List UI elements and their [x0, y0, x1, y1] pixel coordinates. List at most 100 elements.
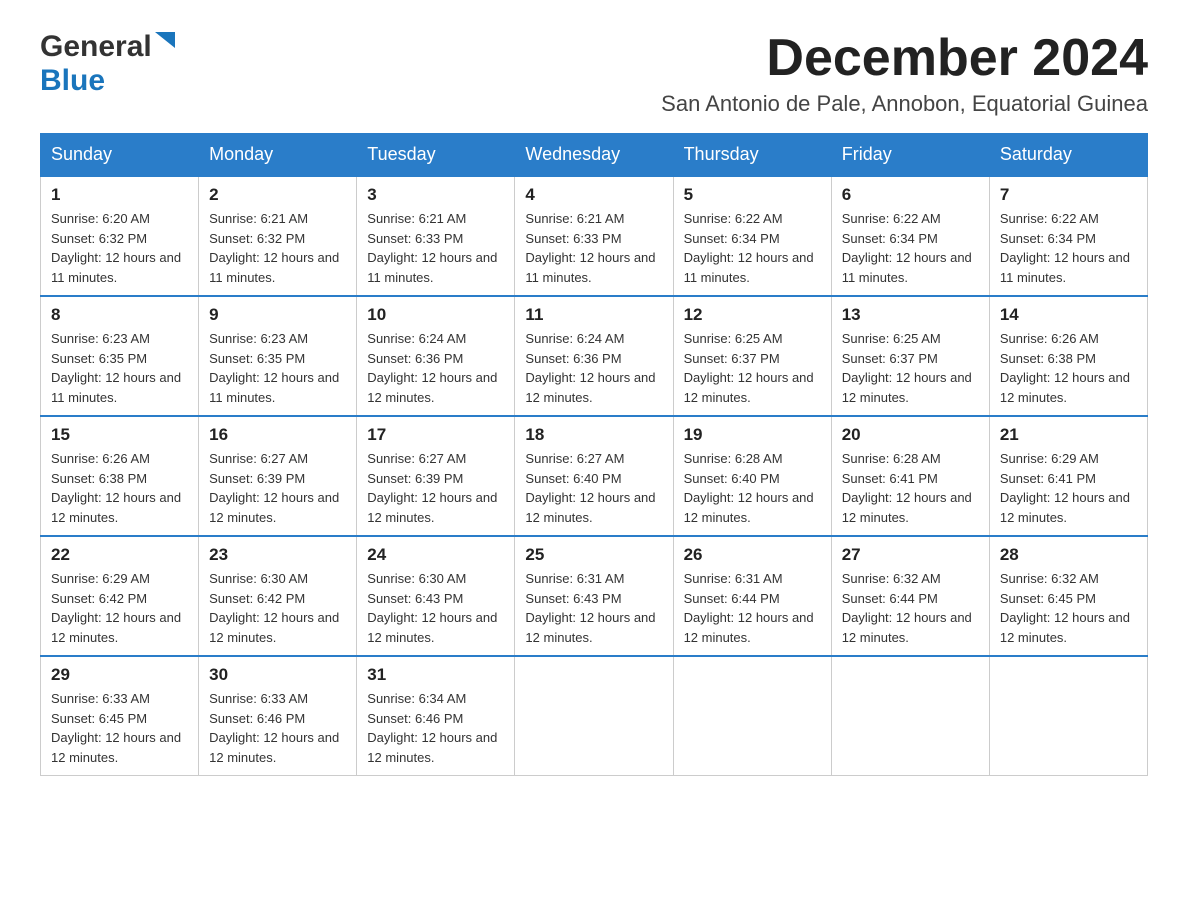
day-info: Sunrise: 6:27 AM Sunset: 6:40 PM Dayligh…: [525, 449, 662, 527]
calendar-cell: 8 Sunrise: 6:23 AM Sunset: 6:35 PM Dayli…: [41, 296, 199, 416]
day-info: Sunrise: 6:27 AM Sunset: 6:39 PM Dayligh…: [367, 449, 504, 527]
day-info: Sunrise: 6:26 AM Sunset: 6:38 PM Dayligh…: [51, 449, 188, 527]
day-number: 26: [684, 545, 821, 565]
day-number: 8: [51, 305, 188, 325]
calendar-cell: 9 Sunrise: 6:23 AM Sunset: 6:35 PM Dayli…: [199, 296, 357, 416]
calendar-cell: 27 Sunrise: 6:32 AM Sunset: 6:44 PM Dayl…: [831, 536, 989, 656]
day-number: 28: [1000, 545, 1137, 565]
day-info: Sunrise: 6:21 AM Sunset: 6:32 PM Dayligh…: [209, 209, 346, 287]
day-number: 4: [525, 185, 662, 205]
day-info: Sunrise: 6:27 AM Sunset: 6:39 PM Dayligh…: [209, 449, 346, 527]
day-info: Sunrise: 6:32 AM Sunset: 6:45 PM Dayligh…: [1000, 569, 1137, 647]
calendar-cell: 29 Sunrise: 6:33 AM Sunset: 6:45 PM Dayl…: [41, 656, 199, 776]
day-info: Sunrise: 6:21 AM Sunset: 6:33 PM Dayligh…: [525, 209, 662, 287]
calendar-week-row: 15 Sunrise: 6:26 AM Sunset: 6:38 PM Dayl…: [41, 416, 1148, 536]
calendar-cell: 10 Sunrise: 6:24 AM Sunset: 6:36 PM Dayl…: [357, 296, 515, 416]
day-info: Sunrise: 6:30 AM Sunset: 6:43 PM Dayligh…: [367, 569, 504, 647]
day-info: Sunrise: 6:29 AM Sunset: 6:42 PM Dayligh…: [51, 569, 188, 647]
calendar-cell: 30 Sunrise: 6:33 AM Sunset: 6:46 PM Dayl…: [199, 656, 357, 776]
day-number: 23: [209, 545, 346, 565]
calendar-cell: 28 Sunrise: 6:32 AM Sunset: 6:45 PM Dayl…: [989, 536, 1147, 656]
day-info: Sunrise: 6:33 AM Sunset: 6:45 PM Dayligh…: [51, 689, 188, 767]
day-number: 21: [1000, 425, 1137, 445]
calendar-cell: 23 Sunrise: 6:30 AM Sunset: 6:42 PM Dayl…: [199, 536, 357, 656]
day-info: Sunrise: 6:33 AM Sunset: 6:46 PM Dayligh…: [209, 689, 346, 767]
day-number: 14: [1000, 305, 1137, 325]
calendar-cell: 2 Sunrise: 6:21 AM Sunset: 6:32 PM Dayli…: [199, 176, 357, 296]
day-info: Sunrise: 6:34 AM Sunset: 6:46 PM Dayligh…: [367, 689, 504, 767]
day-info: Sunrise: 6:25 AM Sunset: 6:37 PM Dayligh…: [842, 329, 979, 407]
calendar-cell: 11 Sunrise: 6:24 AM Sunset: 6:36 PM Dayl…: [515, 296, 673, 416]
calendar-cell: 12 Sunrise: 6:25 AM Sunset: 6:37 PM Dayl…: [673, 296, 831, 416]
calendar-cell: 7 Sunrise: 6:22 AM Sunset: 6:34 PM Dayli…: [989, 176, 1147, 296]
calendar-cell: [989, 656, 1147, 776]
day-number: 17: [367, 425, 504, 445]
day-info: Sunrise: 6:23 AM Sunset: 6:35 PM Dayligh…: [209, 329, 346, 407]
calendar-week-row: 1 Sunrise: 6:20 AM Sunset: 6:32 PM Dayli…: [41, 176, 1148, 296]
day-info: Sunrise: 6:29 AM Sunset: 6:41 PM Dayligh…: [1000, 449, 1137, 527]
day-number: 5: [684, 185, 821, 205]
day-number: 3: [367, 185, 504, 205]
day-info: Sunrise: 6:20 AM Sunset: 6:32 PM Dayligh…: [51, 209, 188, 287]
day-number: 20: [842, 425, 979, 445]
calendar-cell: 5 Sunrise: 6:22 AM Sunset: 6:34 PM Dayli…: [673, 176, 831, 296]
calendar-table: Sunday Monday Tuesday Wednesday Thursday…: [40, 133, 1148, 776]
header-wednesday: Wednesday: [515, 134, 673, 177]
day-number: 7: [1000, 185, 1137, 205]
day-info: Sunrise: 6:28 AM Sunset: 6:40 PM Dayligh…: [684, 449, 821, 527]
month-title: December 2024: [661, 30, 1148, 87]
calendar-cell: 3 Sunrise: 6:21 AM Sunset: 6:33 PM Dayli…: [357, 176, 515, 296]
day-info: Sunrise: 6:30 AM Sunset: 6:42 PM Dayligh…: [209, 569, 346, 647]
calendar-header-row: Sunday Monday Tuesday Wednesday Thursday…: [41, 134, 1148, 177]
title-section: December 2024 San Antonio de Pale, Annob…: [661, 30, 1148, 117]
day-info: Sunrise: 6:28 AM Sunset: 6:41 PM Dayligh…: [842, 449, 979, 527]
day-info: Sunrise: 6:22 AM Sunset: 6:34 PM Dayligh…: [842, 209, 979, 287]
header-monday: Monday: [199, 134, 357, 177]
calendar-cell: [831, 656, 989, 776]
calendar-cell: 4 Sunrise: 6:21 AM Sunset: 6:33 PM Dayli…: [515, 176, 673, 296]
day-info: Sunrise: 6:22 AM Sunset: 6:34 PM Dayligh…: [684, 209, 821, 287]
day-info: Sunrise: 6:21 AM Sunset: 6:33 PM Dayligh…: [367, 209, 504, 287]
day-info: Sunrise: 6:26 AM Sunset: 6:38 PM Dayligh…: [1000, 329, 1137, 407]
calendar-cell: 21 Sunrise: 6:29 AM Sunset: 6:41 PM Dayl…: [989, 416, 1147, 536]
calendar-cell: 18 Sunrise: 6:27 AM Sunset: 6:40 PM Dayl…: [515, 416, 673, 536]
day-number: 29: [51, 665, 188, 685]
day-number: 24: [367, 545, 504, 565]
calendar-cell: 16 Sunrise: 6:27 AM Sunset: 6:39 PM Dayl…: [199, 416, 357, 536]
calendar-cell: 14 Sunrise: 6:26 AM Sunset: 6:38 PM Dayl…: [989, 296, 1147, 416]
header-friday: Friday: [831, 134, 989, 177]
day-number: 10: [367, 305, 504, 325]
day-info: Sunrise: 6:31 AM Sunset: 6:43 PM Dayligh…: [525, 569, 662, 647]
header-thursday: Thursday: [673, 134, 831, 177]
calendar-cell: 13 Sunrise: 6:25 AM Sunset: 6:37 PM Dayl…: [831, 296, 989, 416]
calendar-cell: 15 Sunrise: 6:26 AM Sunset: 6:38 PM Dayl…: [41, 416, 199, 536]
calendar-cell: 17 Sunrise: 6:27 AM Sunset: 6:39 PM Dayl…: [357, 416, 515, 536]
day-number: 6: [842, 185, 979, 205]
day-info: Sunrise: 6:23 AM Sunset: 6:35 PM Dayligh…: [51, 329, 188, 407]
day-number: 1: [51, 185, 188, 205]
logo-arrow-icon: [155, 32, 177, 59]
page-header: General Blue December 2024 San Antonio d…: [40, 30, 1148, 117]
day-number: 13: [842, 305, 979, 325]
calendar-week-row: 22 Sunrise: 6:29 AM Sunset: 6:42 PM Dayl…: [41, 536, 1148, 656]
day-info: Sunrise: 6:31 AM Sunset: 6:44 PM Dayligh…: [684, 569, 821, 647]
day-number: 30: [209, 665, 346, 685]
calendar-week-row: 29 Sunrise: 6:33 AM Sunset: 6:45 PM Dayl…: [41, 656, 1148, 776]
header-saturday: Saturday: [989, 134, 1147, 177]
day-number: 19: [684, 425, 821, 445]
day-info: Sunrise: 6:24 AM Sunset: 6:36 PM Dayligh…: [525, 329, 662, 407]
calendar-cell: 22 Sunrise: 6:29 AM Sunset: 6:42 PM Dayl…: [41, 536, 199, 656]
day-number: 18: [525, 425, 662, 445]
calendar-cell: 31 Sunrise: 6:34 AM Sunset: 6:46 PM Dayl…: [357, 656, 515, 776]
day-number: 27: [842, 545, 979, 565]
day-number: 31: [367, 665, 504, 685]
logo: General Blue: [40, 30, 177, 98]
calendar-cell: 1 Sunrise: 6:20 AM Sunset: 6:32 PM Dayli…: [41, 176, 199, 296]
calendar-cell: 24 Sunrise: 6:30 AM Sunset: 6:43 PM Dayl…: [357, 536, 515, 656]
calendar-cell: 6 Sunrise: 6:22 AM Sunset: 6:34 PM Dayli…: [831, 176, 989, 296]
day-number: 22: [51, 545, 188, 565]
calendar-cell: 20 Sunrise: 6:28 AM Sunset: 6:41 PM Dayl…: [831, 416, 989, 536]
day-info: Sunrise: 6:22 AM Sunset: 6:34 PM Dayligh…: [1000, 209, 1137, 287]
calendar-cell: 26 Sunrise: 6:31 AM Sunset: 6:44 PM Dayl…: [673, 536, 831, 656]
day-info: Sunrise: 6:32 AM Sunset: 6:44 PM Dayligh…: [842, 569, 979, 647]
